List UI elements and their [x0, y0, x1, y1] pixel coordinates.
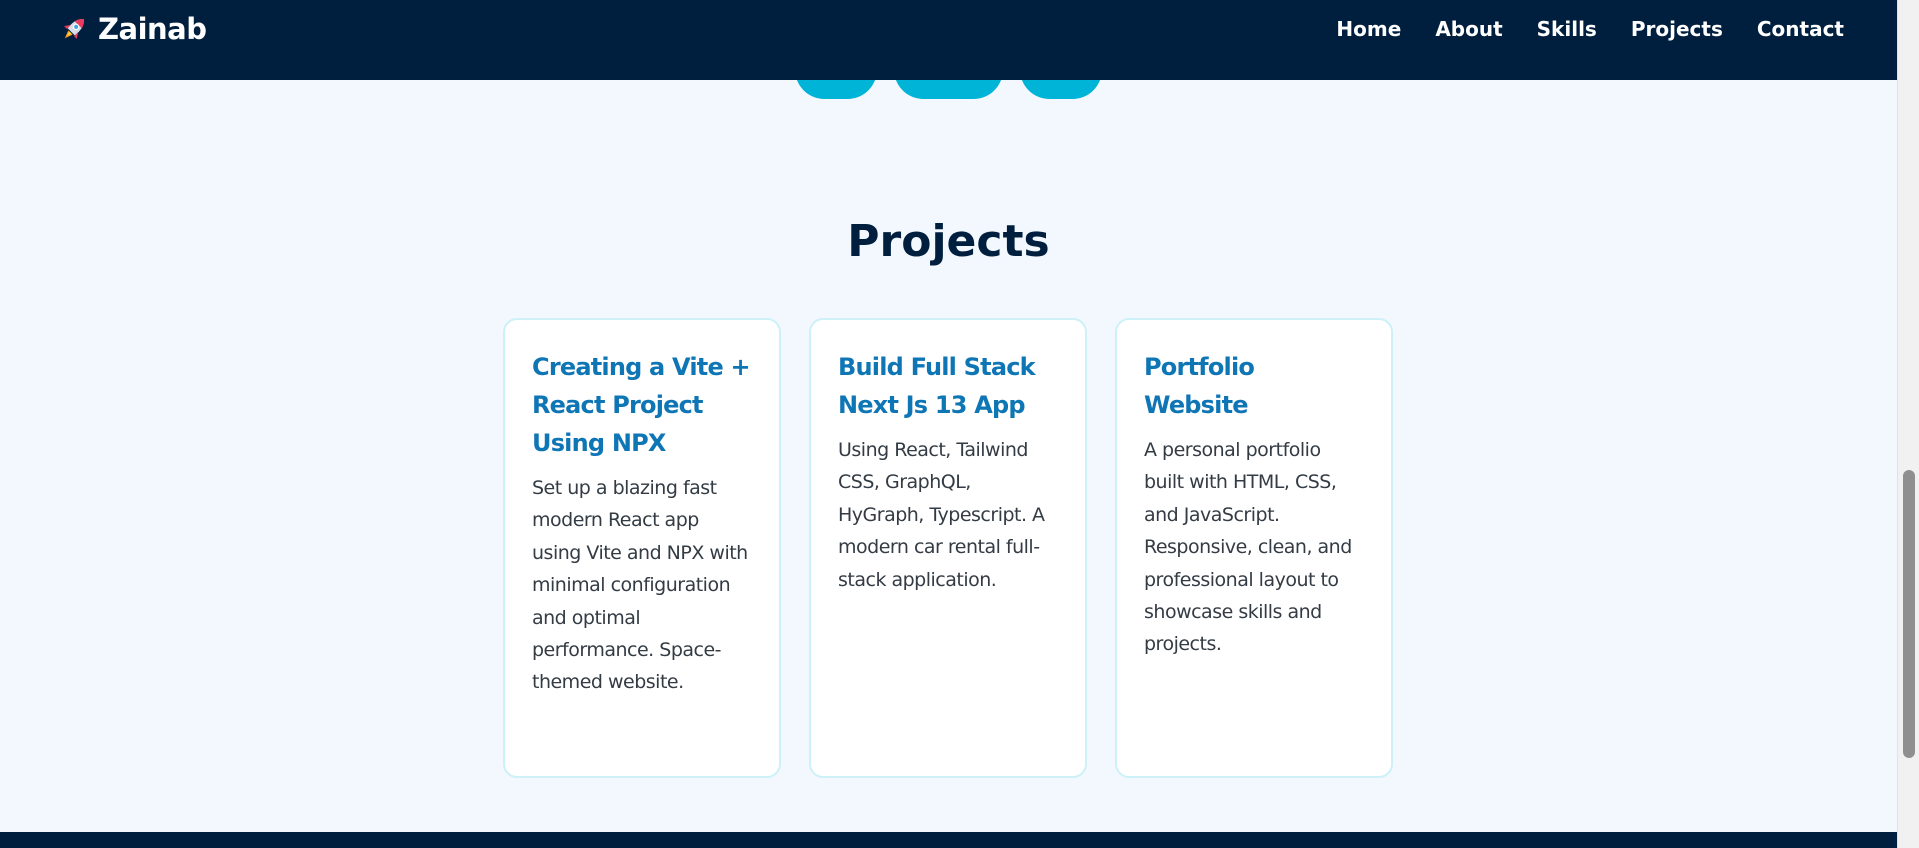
project-card[interactable]: Portfolio Website A personal portfolio b… [1115, 318, 1393, 778]
project-card-title: Portfolio Website [1144, 353, 1255, 419]
page: Zainab Home About Skills Projects Contac… [0, 0, 1919, 848]
navbar: Zainab Home About Skills Projects Contac… [0, 0, 1897, 80]
brand[interactable]: Zainab [58, 11, 207, 47]
rocket-icon [64, 19, 84, 39]
project-card-description: A personal portfolio built with HTML, CS… [1144, 439, 1352, 656]
footer-bar [0, 832, 1897, 848]
nav-link-about[interactable]: About [1435, 14, 1502, 44]
project-card[interactable]: Build Full Stack Next Js 13 App Using Re… [809, 318, 1087, 778]
nav-link-home[interactable]: Home [1336, 14, 1401, 44]
vertical-scrollbar[interactable] [1897, 0, 1919, 848]
nav-link-skills[interactable]: Skills [1537, 14, 1597, 44]
nav-link-contact[interactable]: Contact [1757, 14, 1844, 44]
project-card-description: Set up a blazing fast modern React app u… [532, 477, 748, 694]
scrollbar-thumb[interactable] [1903, 470, 1915, 758]
nav-links: Home About Skills Projects Contact [1336, 14, 1844, 44]
projects-heading: Projects [847, 216, 1050, 267]
project-card-title: Build Full Stack Next Js 13 App [838, 353, 1036, 419]
project-card[interactable]: Creating a Vite + React Project Using NP… [503, 318, 781, 778]
nav-link-projects[interactable]: Projects [1631, 14, 1723, 44]
project-card-description: Using React, Tailwind CSS, GraphQL, HyGr… [838, 439, 1045, 591]
project-card-title: Creating a Vite + React Project Using NP… [532, 353, 751, 457]
main-content: Zainab Home About Skills Projects Contac… [0, 0, 1897, 848]
brand-name: Zainab [98, 12, 207, 46]
